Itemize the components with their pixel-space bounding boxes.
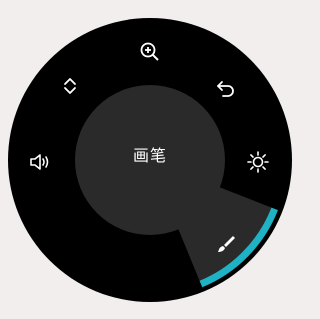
brush-button[interactable] [208, 226, 244, 262]
volume-button[interactable] [22, 144, 58, 180]
brightness-button[interactable] [240, 144, 276, 180]
brush-icon [218, 236, 235, 252]
zoom-in-icon [140, 42, 159, 61]
undo-icon [217, 81, 234, 97]
brightness-icon [247, 151, 269, 173]
volume-icon [30, 154, 49, 170]
scroll-button[interactable] [52, 68, 88, 104]
current-tool-label: 画笔 [132, 146, 167, 165]
undo-button[interactable] [208, 70, 244, 106]
zoom-in-button[interactable] [132, 34, 168, 70]
scroll-icon [64, 78, 76, 94]
